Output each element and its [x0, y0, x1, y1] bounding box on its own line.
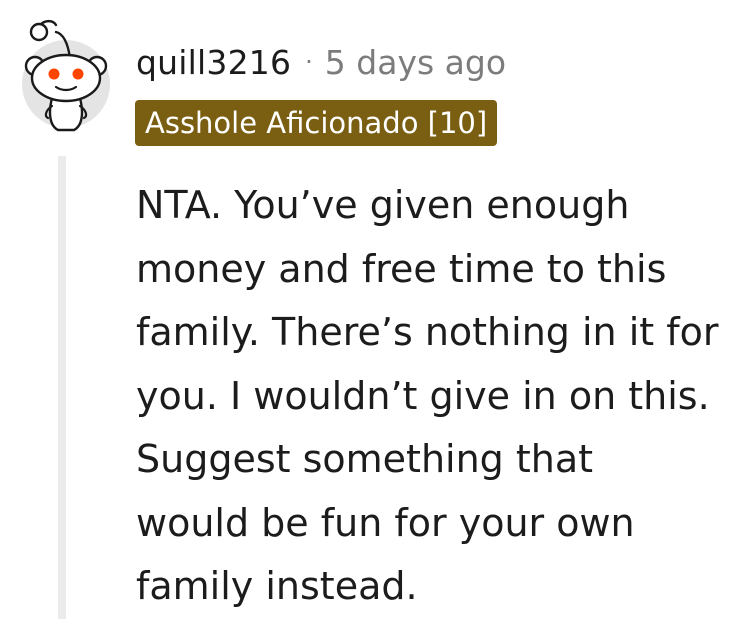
username-link[interactable]: quill3216 [136, 43, 291, 82]
thread-line[interactable] [58, 156, 66, 619]
avatar[interactable] [18, 14, 114, 132]
comment-body-line: money and free time to this [136, 246, 667, 291]
comment-body-line: Suggest something that [136, 437, 594, 481]
reddit-snoo-avatar-icon [22, 19, 110, 132]
comment-body-line: family instead. [136, 564, 418, 608]
comment-meta: quill3216 · 5 days ago [136, 40, 506, 84]
comment-body: NTA. You’ve given enough money and free … [136, 174, 748, 619]
meta-separator: · [305, 48, 313, 76]
comment-body-line: you. I wouldn’t give in on this. [136, 373, 710, 418]
comment-body-line: would be fun for your own [136, 500, 635, 545]
comment-body-line: family. There’s nothing in it for [136, 310, 719, 354]
comment-body-line: NTA. You’ve given enough [136, 183, 630, 227]
user-flair-badge: Asshole Aficionado [10] [135, 100, 498, 146]
timestamp-link[interactable]: 5 days ago [325, 43, 506, 82]
